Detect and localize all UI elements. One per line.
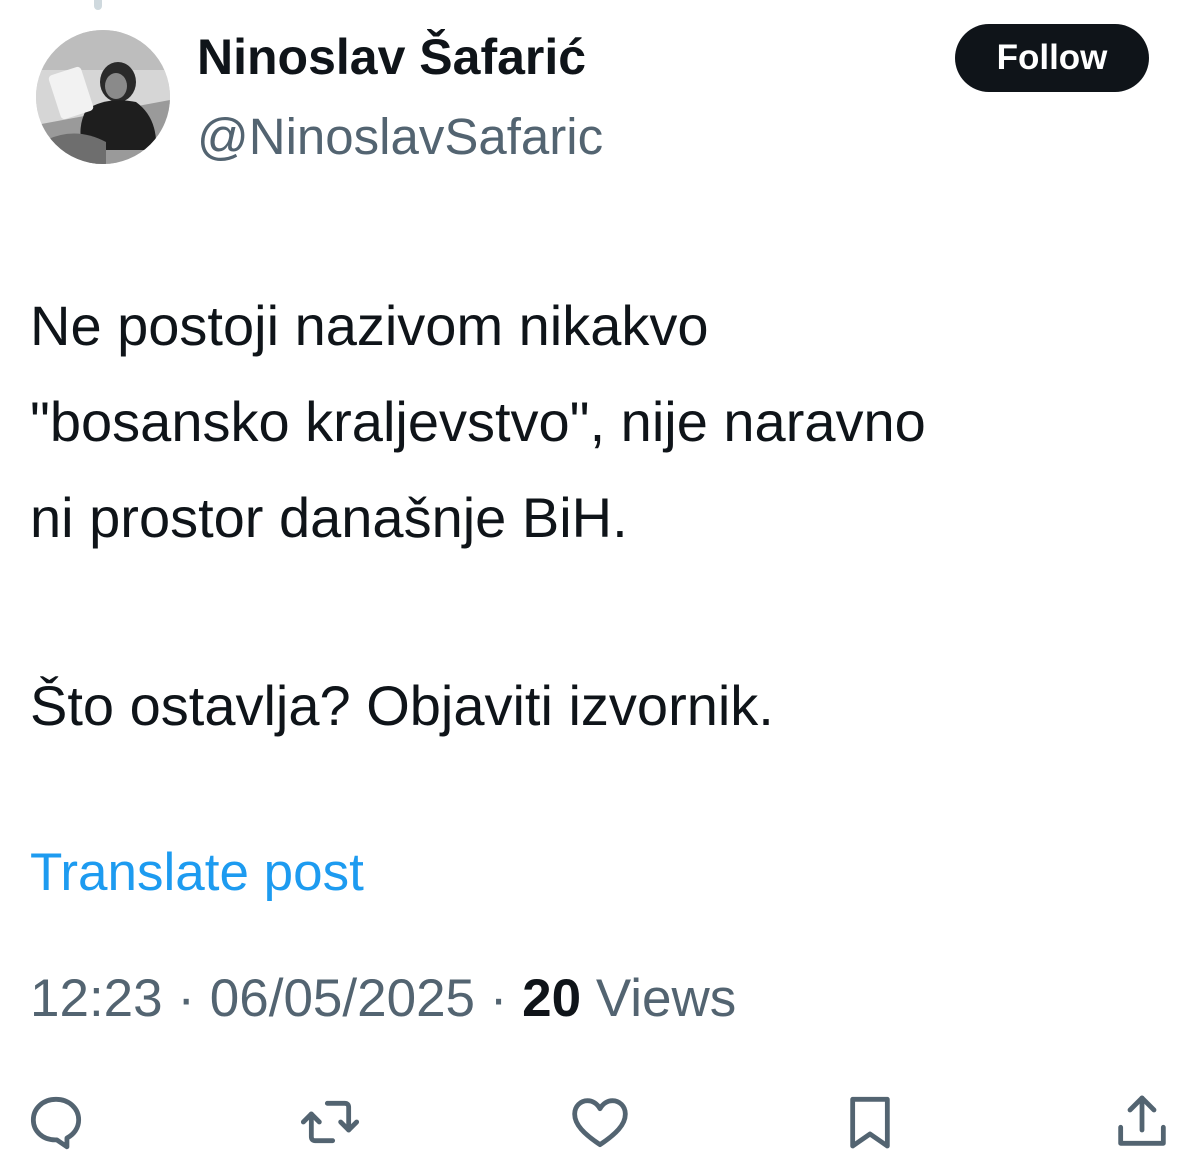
post-text-line: ni prostor današnje BiH. <box>30 486 628 549</box>
post-text-line: "bosansko kraljevstvo", nije naravno <box>30 390 926 453</box>
reply-icon[interactable] <box>24 1090 88 1154</box>
bookmark-icon[interactable] <box>838 1090 902 1154</box>
post-detail: Ninoslav Šafarić @NinoslavSafaric Follow… <box>0 0 1200 1176</box>
post-meta: 12:23 · 06/05/2025 · 20 Views <box>30 964 736 1034</box>
share-icon[interactable] <box>1110 1090 1174 1154</box>
author-handle[interactable]: @NinoslavSafaric <box>197 102 603 172</box>
avatar-photo <box>36 30 170 164</box>
post-time[interactable]: 12:23 <box>30 969 163 1028</box>
author-name[interactable]: Ninoslav Šafarić <box>197 22 586 92</box>
meta-separator: · <box>489 969 508 1028</box>
translate-post-link[interactable]: Translate post <box>30 838 364 908</box>
views-label: Views <box>595 969 737 1028</box>
follow-button[interactable]: Follow <box>955 24 1149 92</box>
action-bar <box>0 1090 1200 1160</box>
avatar[interactable] <box>36 30 170 164</box>
post-date[interactable]: 06/05/2025 <box>210 969 475 1028</box>
thread-line <box>94 0 102 10</box>
post-text-line: Ne postoji nazivom nikakvo <box>30 294 709 357</box>
repost-icon[interactable] <box>298 1090 362 1154</box>
meta-separator: · <box>177 969 196 1028</box>
views-count: 20 <box>522 969 582 1028</box>
heart-icon[interactable] <box>568 1090 632 1154</box>
post-text-line: Što ostavlja? Objaviti izvornik. <box>30 674 774 737</box>
